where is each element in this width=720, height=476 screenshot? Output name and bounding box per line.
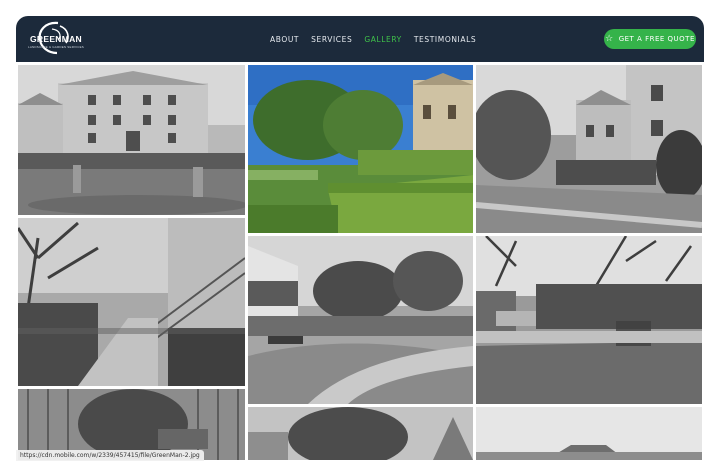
gallery-image-courtyard-path[interactable] [248,236,473,404]
gallery-image-hedge-patio[interactable] [476,236,702,404]
nav-item-gallery[interactable]: GALLERY [364,35,402,44]
brand-tagline: LANDSCAPE & GARDEN SERVICES [27,45,85,49]
get-quote-button[interactable]: ☆ GET A FREE QUOTE [604,29,696,49]
nav-item-about[interactable]: ABOUT [270,35,299,44]
nav-item-services[interactable]: SERVICES [311,35,352,44]
gallery-image-path-stairs[interactable] [18,218,245,386]
get-quote-label: GET A FREE QUOTE [618,35,695,43]
gallery-image-sky-roofline[interactable] [476,407,702,460]
status-bar-url: https://cdn.mobile.com/w/2339/457415/fil… [16,450,204,461]
gallery-image-heritage-building[interactable] [18,65,245,215]
nav-item-testimonials[interactable]: TESTIMONIALS [414,35,476,44]
brand-name: GREENMAN [30,34,82,44]
gallery-image-lawn-building[interactable] [476,65,702,233]
main-nav: ABOUT SERVICES GALLERY TESTIMONIALS [270,16,476,62]
site-header: GREENMAN LANDSCAPE & GARDEN SERVICES ABO… [16,16,704,62]
star-icon: ☆ [605,33,614,44]
gallery-image-trees-roof[interactable] [248,407,473,460]
gallery-image-garden-hedges[interactable] [248,65,473,233]
